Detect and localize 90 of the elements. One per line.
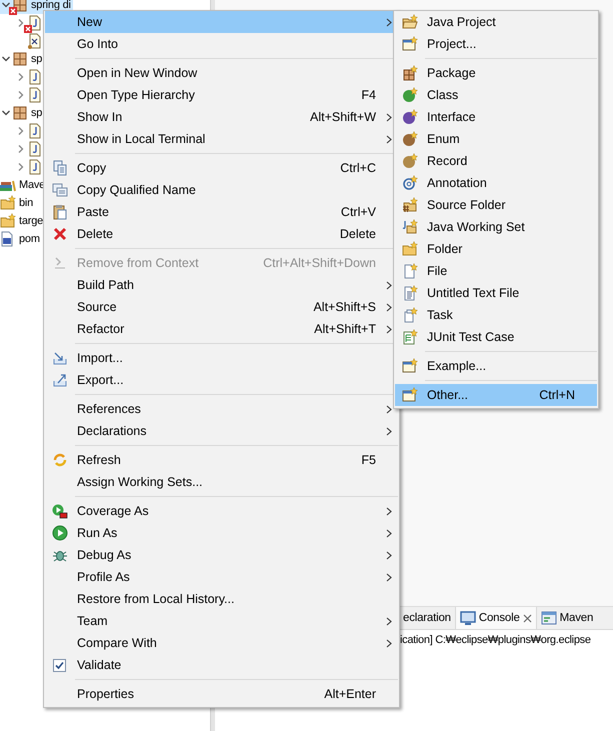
menu-item[interactable]: Debug As [45,544,398,566]
menu-item[interactable]: Validate [45,654,398,676]
task-icon [402,307,418,323]
menu-item[interactable]: Annotation [395,172,597,194]
run-icon [52,525,68,541]
menu-item[interactable]: Compare With [45,632,398,654]
folder-icon [402,197,418,213]
menu-item[interactable]: Source Folder [395,194,597,216]
java-file-icon [27,69,43,85]
menu-item[interactable]: File [395,260,597,282]
annotation-icon [402,175,418,191]
menu-item[interactable]: Java Project [395,11,597,33]
delete-icon [52,226,68,242]
menu-item[interactable]: Team [45,610,398,632]
expand-chevron-icon[interactable] [16,162,26,172]
refresh-icon [52,452,68,468]
menu-item[interactable]: Example... [395,355,597,377]
menu-item[interactable]: Properties Alt+Enter [45,683,398,705]
maven-icon [540,610,557,626]
enum-icon [402,131,418,147]
tree-item[interactable]: sp [0,50,44,68]
menu-item[interactable]: Declarations [45,420,398,442]
file-icon [402,263,418,279]
expand-chevron-icon[interactable] [16,126,26,136]
package-icon [12,105,28,121]
java-file-icon [27,159,43,175]
menu-item[interactable]: Other... Ctrl+N [395,384,597,406]
folder-icon [0,213,16,229]
folder-icon [402,14,418,30]
collapse-chevron-icon[interactable] [1,108,11,118]
menu-item[interactable]: Assign Working Sets... [45,471,398,493]
package-icon [12,0,28,13]
window-icon [402,36,418,52]
interface-icon [402,109,418,125]
expand-chevron-icon[interactable] [16,18,26,28]
menu-item[interactable]: Record [395,150,597,172]
export-icon [52,372,68,388]
menu-item[interactable]: Refresh F5 [45,449,398,471]
menu-item[interactable]: Coverage As [45,500,398,522]
copy-icon [52,160,68,176]
window-icon [402,387,418,403]
tree-item[interactable]: targe [0,212,46,230]
package-icon [12,51,28,67]
folder-icon [0,195,16,211]
java-file-icon [27,87,43,103]
menu-item[interactable]: Java Working Set [395,216,597,238]
expand-chevron-icon[interactable] [16,90,26,100]
collapse-chevron-icon[interactable] [1,54,11,64]
record-icon [402,153,418,169]
menu-item[interactable]: Untitled Text File [395,282,597,304]
menu-item[interactable]: Run As [45,522,398,544]
menu-item[interactable]: Enum [395,128,597,150]
package-icon [402,65,418,81]
text-file-icon [402,285,418,301]
expand-chevron-icon[interactable] [16,72,26,82]
xml-file-icon [27,33,43,49]
java-file-icon [27,141,43,157]
menu-item[interactable]: Profile As [45,566,398,588]
import-icon [52,350,68,366]
java-file-icon [27,15,43,31]
remove-icon [52,255,68,271]
java-file-icon [27,123,43,139]
close-icon[interactable] [522,614,532,622]
menu-item[interactable]: Project... [395,33,597,55]
expand-chevron-icon[interactable] [16,144,26,154]
menu-item[interactable]: Interface [395,106,597,128]
folder-icon [402,241,418,257]
window-icon [402,358,418,374]
tree-item[interactable]: sp [0,104,44,122]
test-file-icon [402,329,418,345]
view-tab[interactable]: Console [454,607,537,629]
tree-item[interactable]: pom [0,230,42,248]
folder-icon [402,219,418,235]
menu-item[interactable]: Restore from Local History... [45,588,398,610]
menu-item[interactable]: Task [395,304,597,326]
menu-item[interactable]: Package [395,62,597,84]
view-tab[interactable]: Maven [536,607,598,629]
menu-item[interactable]: Class [395,84,597,106]
view-tab[interactable]: eclaration [399,607,455,629]
console-text: ication] C:₩eclipse₩plugins₩org.eclipse [400,634,591,646]
coverage-icon [52,503,68,519]
paste-icon [52,204,68,220]
copy-icon [52,182,68,198]
monitor-icon [460,610,476,626]
menu-item[interactable]: JUnit Test Case [395,326,597,348]
menu-item[interactable]: Folder [395,238,597,260]
checkbox-icon [52,657,68,673]
class-icon [402,87,418,103]
tree-item[interactable]: bin [0,194,36,212]
collapse-chevron-icon[interactable] [1,0,11,10]
